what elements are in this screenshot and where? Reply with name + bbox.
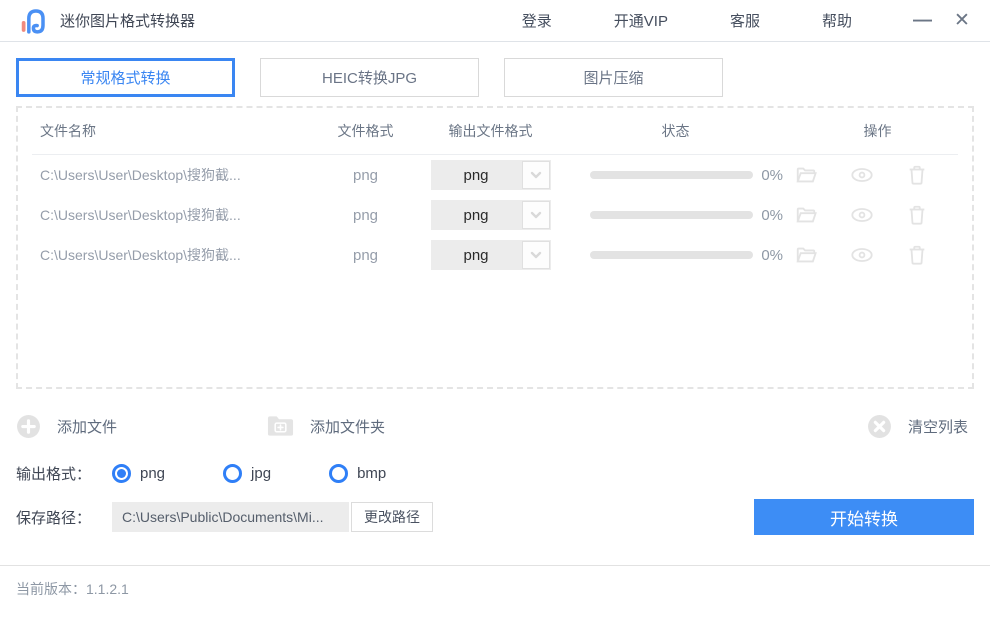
progress-bar (590, 171, 753, 179)
chevron-down-icon[interactable] (522, 161, 550, 189)
output-format-value: png (431, 167, 522, 184)
add-file-button[interactable]: 添加文件 (16, 414, 117, 439)
output-format-value: png (431, 207, 522, 224)
output-format-value: png (431, 247, 522, 264)
tab-image-compress[interactable]: 图片压缩 (504, 58, 723, 97)
delete-trash-icon[interactable] (906, 204, 928, 226)
output-format-label: 输出格式： (16, 463, 112, 484)
tab-regular-convert[interactable]: 常规格式转换 (16, 58, 235, 97)
app-logo-icon (18, 6, 48, 36)
version-label: 当前版本： (16, 581, 86, 597)
footer: 当前版本：1.1.2.1 (0, 565, 990, 612)
radio-jpg[interactable] (223, 464, 242, 483)
change-path-button[interactable]: 更改路径 (351, 502, 433, 532)
minimize-icon[interactable]: — (912, 11, 932, 30)
header-output-format: 输出文件格式 (413, 121, 568, 141)
table-row: C:\Users\User\Desktop\搜狗截... png png 0% (18, 195, 972, 235)
add-file-label: 添加文件 (57, 416, 117, 437)
radio-jpg-label: jpg (251, 465, 271, 482)
circle-x-icon (867, 414, 892, 439)
radio-png-label: png (140, 465, 165, 482)
progress-percent: 0% (761, 207, 783, 224)
add-folder-label: 添加文件夹 (310, 416, 385, 437)
file-format: png (318, 247, 413, 264)
preview-eye-icon[interactable] (850, 204, 874, 226)
delete-trash-icon[interactable] (906, 164, 928, 186)
progress-percent: 0% (761, 167, 783, 184)
file-list-panel: 文件名称 文件格式 输出文件格式 状态 操作 C:\Users\User\Des… (16, 106, 974, 389)
save-path-row: 保存路径： C:\Users\Public\Documents\Mi... 更改… (16, 499, 974, 535)
header-file-format: 文件格式 (318, 121, 413, 141)
app-title: 迷你图片格式转换器 (60, 10, 195, 31)
list-actions: 添加文件 添加文件夹 清空列表 (16, 411, 974, 441)
header-operations: 操作 (783, 121, 972, 141)
preview-eye-icon[interactable] (850, 244, 874, 266)
clear-list-button[interactable]: 清空列表 (867, 414, 968, 439)
close-icon[interactable]: ✕ (952, 11, 972, 30)
radio-bmp[interactable] (329, 464, 348, 483)
header-status: 状态 (568, 121, 783, 141)
chevron-down-icon[interactable] (522, 201, 550, 229)
file-path: C:\Users\User\Desktop\搜狗截... (18, 205, 318, 225)
folder-plus-icon (267, 414, 294, 438)
output-format-row: 输出格式： png jpg bmp (16, 459, 974, 487)
file-format: png (318, 167, 413, 184)
table-row: C:\Users\User\Desktop\搜狗截... png png 0% (18, 235, 972, 275)
tab-heic-to-jpg[interactable]: HEIC转换JPG (260, 58, 479, 97)
preview-eye-icon[interactable] (850, 164, 874, 186)
version-value: 1.1.2.1 (86, 581, 129, 597)
file-path: C:\Users\User\Desktop\搜狗截... (18, 165, 318, 185)
open-folder-icon[interactable] (795, 204, 817, 226)
nav-customer-service[interactable]: 客服 (730, 10, 760, 31)
nav-help[interactable]: 帮助 (822, 10, 852, 31)
nav-vip[interactable]: 开通VIP (614, 10, 668, 31)
radio-option-bmp[interactable]: bmp (329, 464, 386, 483)
output-format-select[interactable]: png (431, 200, 551, 230)
add-folder-button[interactable]: 添加文件夹 (267, 414, 385, 438)
progress-percent: 0% (761, 247, 783, 264)
output-format-select[interactable]: png (431, 240, 551, 270)
circle-plus-icon (16, 414, 41, 439)
tab-bar: 常规格式转换 HEIC转换JPG 图片压缩 (16, 58, 974, 97)
title-bar: 迷你图片格式转换器 登录 开通VIP 客服 帮助 — ✕ (0, 0, 990, 42)
nav-login[interactable]: 登录 (522, 10, 552, 31)
open-folder-icon[interactable] (795, 244, 817, 266)
table-row: C:\Users\User\Desktop\搜狗截... png png 0% (18, 155, 972, 195)
save-path-label: 保存路径： (16, 507, 112, 528)
save-path-field[interactable]: C:\Users\Public\Documents\Mi... (112, 502, 349, 532)
open-folder-icon[interactable] (795, 164, 817, 186)
output-format-select[interactable]: png (431, 160, 551, 190)
progress-bar (590, 211, 753, 219)
chevron-down-icon[interactable] (522, 241, 550, 269)
file-path: C:\Users\User\Desktop\搜狗截... (18, 245, 318, 265)
clear-list-label: 清空列表 (908, 416, 968, 437)
header-file-name: 文件名称 (18, 121, 318, 141)
window-controls: — ✕ (912, 11, 972, 30)
top-nav: 登录 开通VIP 客服 帮助 (522, 10, 852, 31)
file-format: png (318, 207, 413, 224)
radio-option-png[interactable]: png (112, 464, 165, 483)
progress-bar (590, 251, 753, 259)
radio-bmp-label: bmp (357, 465, 386, 482)
start-convert-button[interactable]: 开始转换 (754, 499, 974, 535)
delete-trash-icon[interactable] (906, 244, 928, 266)
table-header-row: 文件名称 文件格式 输出文件格式 状态 操作 (18, 108, 972, 154)
radio-png[interactable] (112, 464, 131, 483)
radio-option-jpg[interactable]: jpg (223, 464, 271, 483)
